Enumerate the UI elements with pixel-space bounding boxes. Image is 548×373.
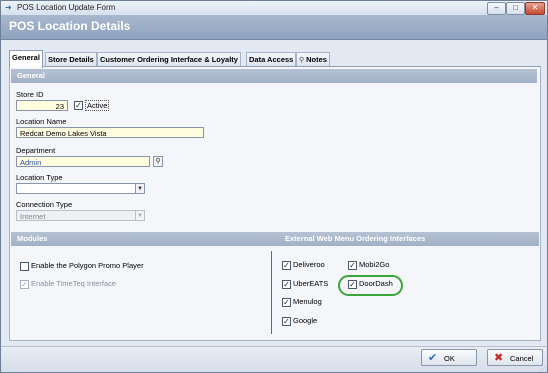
store-id-field[interactable]: 23 <box>16 100 68 111</box>
store-id-label: Store ID <box>16 90 44 99</box>
page-header: POS Location Details <box>1 15 547 40</box>
tab-store-details-label: Store Details <box>48 55 94 64</box>
location-type-dropdown-button[interactable]: ▼ <box>135 183 145 194</box>
tab-customer-ordering[interactable]: Customer Ordering Interface & Loyalty <box>97 52 241 67</box>
section-header-general: General <box>11 69 537 83</box>
tab-general[interactable]: General <box>9 50 43 68</box>
department-label: Department <box>16 146 56 155</box>
tab-notes[interactable]: ⚲ Notes <box>296 52 330 67</box>
connection-type-label: Connection Type <box>16 200 73 209</box>
timeteq-label: Enable TimeTeq Interface <box>31 279 117 288</box>
cross-icon: ✖ <box>494 352 504 364</box>
active-checkbox[interactable]: ✓ <box>74 101 83 110</box>
section-divider <box>271 251 272 334</box>
search-icon: ⚲ <box>155 158 161 165</box>
app-window: ➜ POS Location Update Form – □ ✕ POS Loc… <box>0 0 548 373</box>
menulog-checkbox[interactable]: ✓ <box>282 298 291 307</box>
ubereats-checkbox[interactable]: ✓ <box>282 280 291 289</box>
mobi2go-label: Mobi2Go <box>359 260 390 269</box>
check-icon: ✔ <box>428 352 438 364</box>
location-name-field[interactable]: Redcat Demo Lakes Vista <box>16 127 204 138</box>
department-field[interactable]: Admin <box>16 156 150 167</box>
tab-data-access[interactable]: Data Access <box>246 52 297 67</box>
tab-customer-ordering-label: Customer Ordering Interface & Loyalty <box>100 55 238 64</box>
department-lookup-button[interactable]: ⚲ <box>153 156 163 167</box>
deliveroo-label: Deliveroo <box>293 260 325 269</box>
chevron-down-icon: ▼ <box>137 186 143 192</box>
active-label: Active <box>85 100 110 111</box>
doordash-highlight-circle <box>338 275 403 296</box>
minimize-button[interactable]: – <box>487 2 506 15</box>
section-header-external: External Web Menu Ordering Interfaces <box>277 232 539 246</box>
location-type-label: Location Type <box>16 173 63 182</box>
polygon-promo-label: Enable the Polygon Promo Player <box>31 261 144 270</box>
section-header-modules: Modules <box>11 232 279 246</box>
cancel-button-label: Cancel <box>510 354 534 363</box>
menulog-label: Menulog <box>293 297 322 306</box>
maximize-button[interactable]: □ <box>506 2 525 15</box>
polygon-promo-checkbox[interactable] <box>20 262 29 271</box>
resize-grip-icon[interactable]: ⋰ <box>539 366 545 372</box>
tab-store-details[interactable]: Store Details <box>45 52 97 67</box>
tab-notes-label: Notes <box>306 55 327 64</box>
timeteq-checkbox: ✓ <box>20 280 29 289</box>
page-title: POS Location Details <box>9 19 131 33</box>
cancel-button[interactable]: ✖ Cancel <box>487 349 543 366</box>
connection-type-dropdown-button: ▼ <box>135 210 145 221</box>
tab-general-label: General <box>12 53 40 62</box>
window-title: POS Location Update Form <box>17 3 116 12</box>
google-label: Google <box>293 316 318 325</box>
chevron-down-icon: ▼ <box>137 213 143 219</box>
app-icon: ➜ <box>5 3 12 12</box>
title-bar: ➜ POS Location Update Form – □ ✕ <box>1 1 547 15</box>
ok-button-label: OK <box>444 354 455 363</box>
deliveroo-checkbox[interactable]: ✓ <box>282 261 291 270</box>
location-type-select[interactable] <box>16 183 136 194</box>
ok-button[interactable]: ✔ OK <box>421 349 477 366</box>
google-checkbox[interactable]: ✓ <box>282 317 291 326</box>
close-button[interactable]: ✕ <box>525 2 545 15</box>
mobi2go-checkbox[interactable]: ✓ <box>348 261 357 270</box>
location-name-label: Location Name <box>16 117 67 126</box>
connection-type-select: Internet <box>16 210 136 221</box>
tab-data-access-label: Data Access <box>249 55 294 64</box>
ubereats-label: UberEATS <box>293 279 329 288</box>
